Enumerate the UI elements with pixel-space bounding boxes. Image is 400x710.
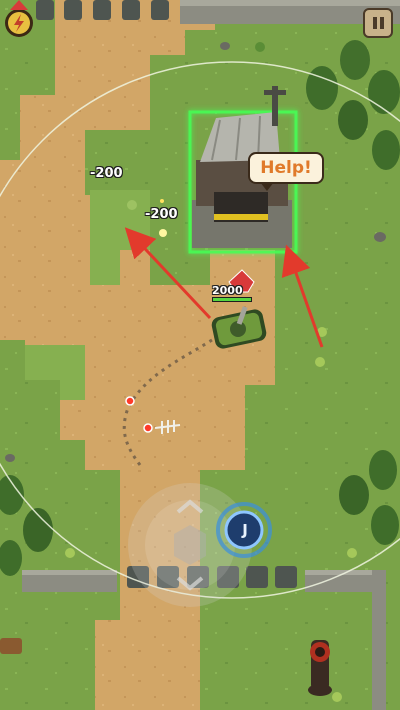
stone-wall xyxy=(372,570,386,710)
damage-number: -200 xyxy=(90,166,123,181)
player-health-fill xyxy=(213,298,251,301)
pause-icon xyxy=(373,17,377,29)
pause-icon xyxy=(380,17,384,29)
help-speech-bubble: Help! xyxy=(248,152,324,191)
pause-button[interactable] xyxy=(363,8,393,38)
game-map xyxy=(0,0,400,710)
skill-button-label: J xyxy=(242,521,248,539)
enemy-turret xyxy=(308,640,332,696)
player-hp-label: 2000 xyxy=(212,284,243,297)
game-screen: -200 -200 Help! 2000 J xyxy=(0,0,400,710)
damage-number: -200 xyxy=(145,207,178,222)
